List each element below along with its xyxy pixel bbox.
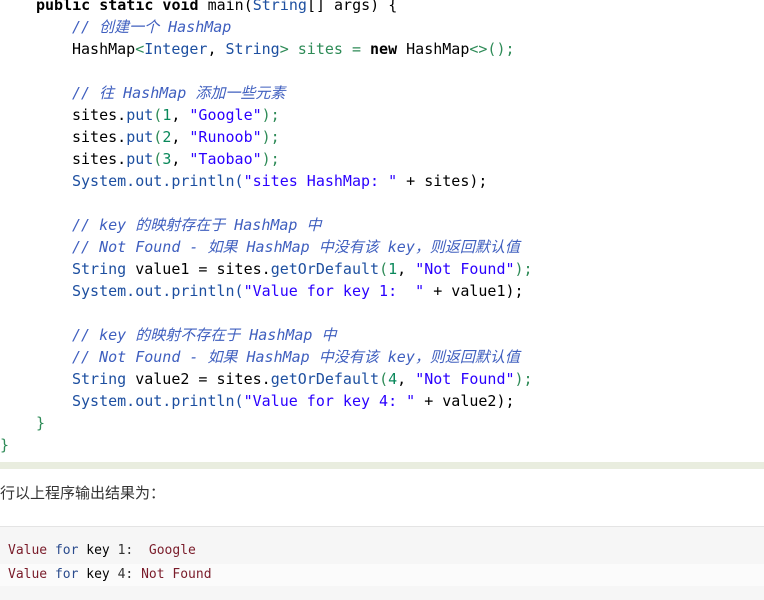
divider (0, 462, 764, 469)
output-line: Value for key 1: Google (8, 543, 196, 558)
code-comment: // Not Found - 如果 HashMap 中没有该 key，则返回默认… (72, 238, 520, 256)
code-line-declare: HashMap<Integer, String> sites = new Has… (72, 40, 515, 58)
code-line-put: sites.put(2, "Runoob"); (72, 128, 280, 146)
code-line-getordefault: String value1 = sites.getOrDefault(1, "N… (72, 260, 533, 278)
code-comment: // key 的映射存在于 HashMap 中 (72, 216, 322, 234)
result-label: 行以上程序输出结果为： (0, 484, 166, 502)
output-block: Value for key 1: Google Value for key 4:… (0, 526, 764, 600)
output-line: Value for key 4: Not Found (0, 564, 764, 586)
code-line-put: sites.put(1, "Google"); (72, 106, 280, 124)
code-comment: // Not Found - 如果 HashMap 中没有该 key，则返回默认… (72, 348, 520, 366)
code-line-getordefault: String value2 = sites.getOrDefault(4, "N… (72, 370, 533, 388)
code-comment: // 创建一个 HashMap (72, 18, 232, 36)
code-closing-brace: } (0, 436, 10, 454)
code-line-println: System.out.println("Value for key 4: " +… (72, 392, 515, 410)
code-closing-brace: } (36, 414, 46, 432)
code-line-put: sites.put(3, "Taobao"); (72, 150, 280, 168)
code-block: public static void main(String[] args) {… (0, 0, 764, 462)
code-comment: // 往 HashMap 添加一些元素 (72, 84, 286, 102)
code-comment: // key 的映射不存在于 HashMap 中 (72, 326, 337, 344)
code-line-main: public static void main(String[] args) { (36, 0, 398, 14)
code-line-println: System.out.println("Value for key 1: " +… (72, 282, 524, 300)
code-line-println: System.out.println("sites HashMap: " + s… (72, 172, 488, 190)
